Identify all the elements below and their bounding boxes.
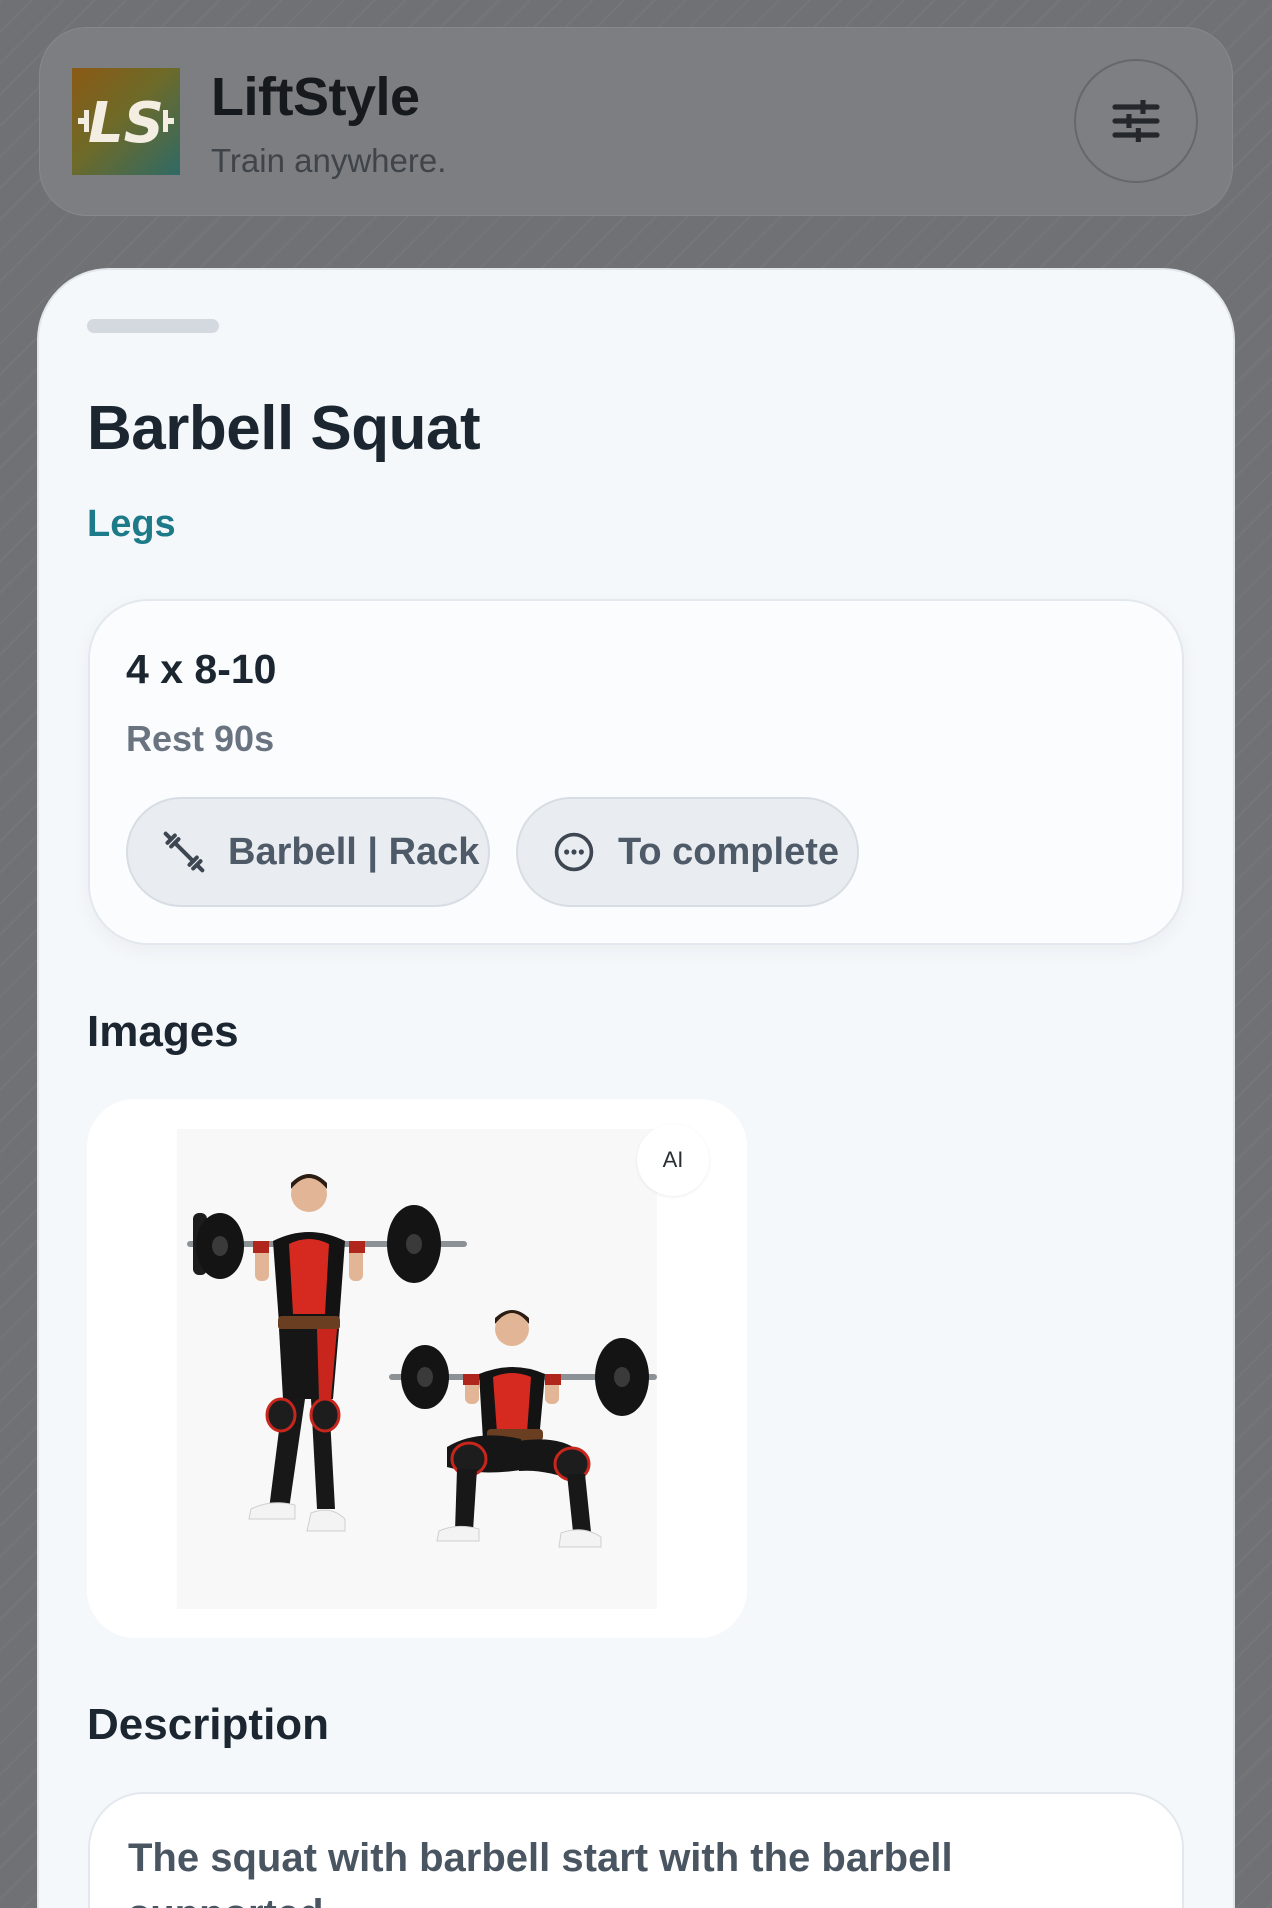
filter-button[interactable]: [1074, 59, 1198, 183]
exercise-detail-sheet: [37, 268, 1235, 1908]
svg-text:LS: LS: [88, 91, 164, 156]
sliders-icon: [1112, 100, 1160, 142]
exercise-title: Barbell Squat: [87, 394, 481, 463]
exercise-image: [177, 1129, 657, 1609]
equipment-chip[interactable]: Barbell | Rack: [126, 797, 490, 907]
ai-generated-badge: AI: [637, 1124, 709, 1196]
liftstyle-logo-icon: LS: [78, 91, 174, 156]
sets-reps: 4 x 8-10: [126, 646, 277, 692]
status-chip-label: To complete: [618, 830, 839, 873]
description-text: The squat with barbell start with the ba…: [128, 1836, 953, 1908]
exercise-image-card[interactable]: AI: [87, 1099, 747, 1638]
app-logo: LS: [72, 68, 180, 175]
more-circle-icon: [554, 832, 594, 872]
equipment-chip-label: Barbell | Rack: [228, 830, 480, 873]
sheet-drag-handle[interactable]: [87, 319, 219, 333]
status-chip[interactable]: To complete: [516, 797, 859, 907]
description-card: The squat with barbell start with the ba…: [88, 1792, 1184, 1908]
app-tagline: Train anywhere.: [211, 142, 447, 179]
dumbbell-icon: [163, 831, 205, 873]
images-heading: Images: [87, 1007, 239, 1056]
description-heading: Description: [87, 1700, 330, 1749]
barbell-squat-illustration: [187, 1174, 657, 1548]
app-title: LiftStyle: [211, 67, 420, 127]
rest-time: Rest 90s: [126, 718, 275, 759]
muscle-group-label: Legs: [87, 503, 176, 545]
